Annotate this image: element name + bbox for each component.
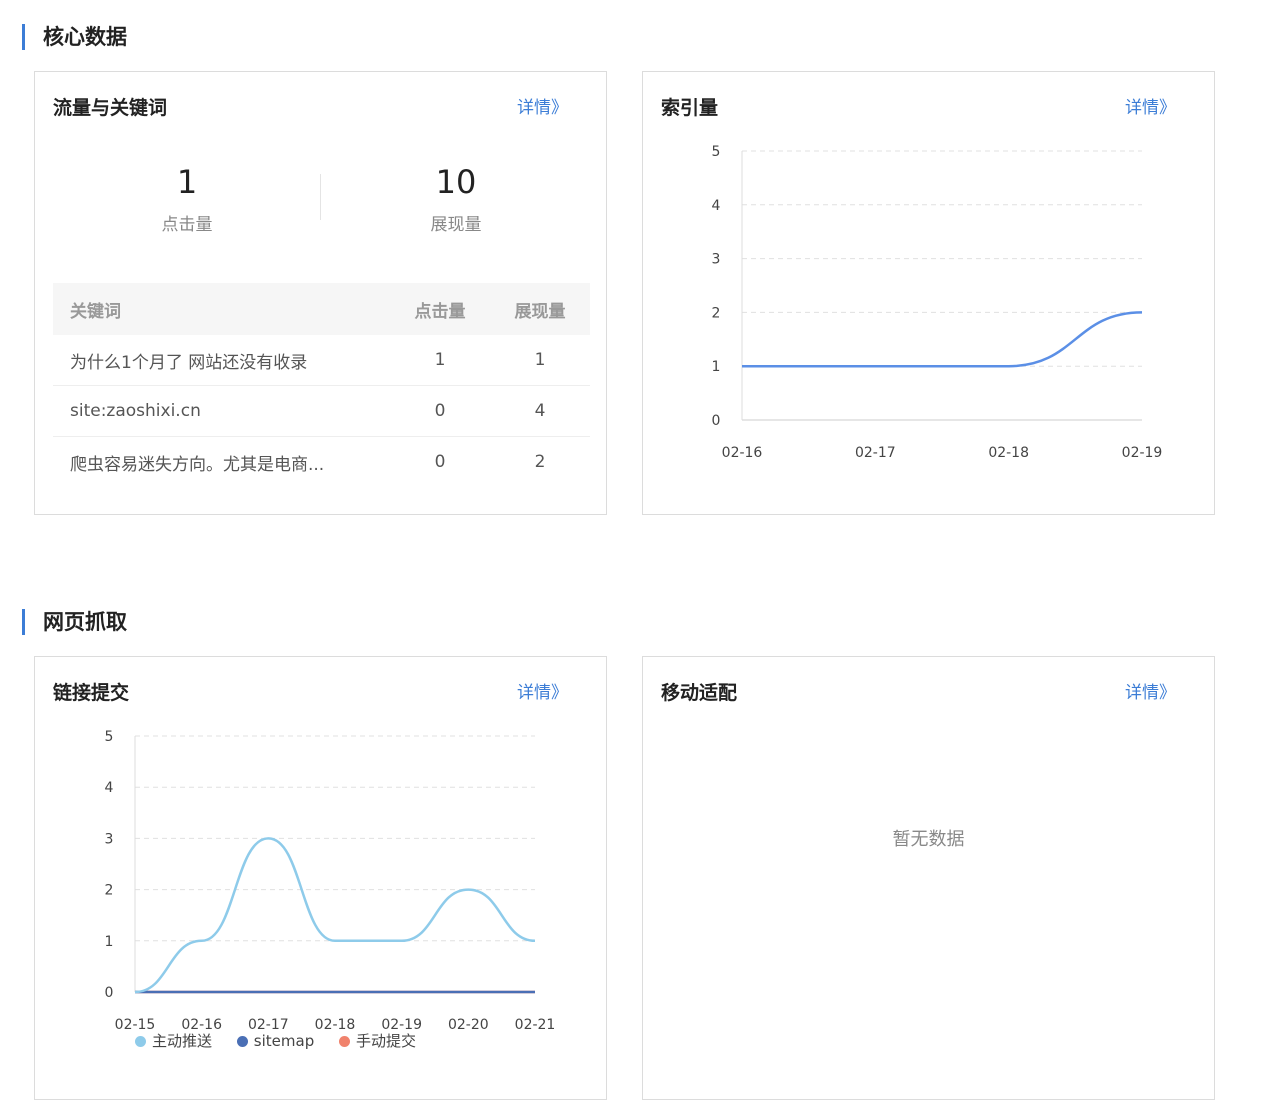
legend-item-manual[interactable]: 手动提交 xyxy=(339,1031,416,1051)
impressions-cell: 4 xyxy=(490,385,590,437)
keyword-cell: site:zaoshixi.cn xyxy=(53,385,390,437)
series-line xyxy=(134,837,536,994)
metric-divider xyxy=(320,174,321,220)
card-title: 流量与关键词 xyxy=(53,97,168,119)
y-tick-label: 4 xyxy=(712,198,721,214)
card-title: 移动适配 xyxy=(661,682,738,704)
clicks-value: 1 xyxy=(176,163,198,201)
impressions-metric: 10 展现量 xyxy=(356,162,556,236)
legend-label: 手动提交 xyxy=(356,1032,417,1050)
legend-label: 主动推送 xyxy=(152,1032,213,1050)
x-tick-label: 02-16 xyxy=(722,445,763,461)
y-tick-label: 1 xyxy=(105,934,114,950)
y-tick-label: 3 xyxy=(105,831,114,847)
impressions-cell: 1 xyxy=(490,335,590,386)
table-header-row: 关键词 点击量 展现量 xyxy=(53,283,590,335)
section-title-core: 核心数据 xyxy=(22,24,127,50)
x-tick-label: 02-21 xyxy=(515,1017,556,1033)
header-impressions: 展现量 xyxy=(490,283,590,335)
link-submit-card: 链接提交 详情》 0 1 2 3 4 5 02-15 02-16 02-17 02-18 02-19… xyxy=(34,656,607,1100)
index-card: 索引量 详情》 0 1 2 3 4 5 02-16 02-17 02-18 02-19 xyxy=(642,71,1215,515)
y-tick-label: 5 xyxy=(105,729,114,745)
legend-label: sitemap xyxy=(253,1032,315,1050)
series-line xyxy=(741,311,1143,368)
keyword-cell: 爬虫容易迷失方向。尤其是电商... xyxy=(70,454,325,475)
index-chart: 0 1 2 3 4 5 02-16 02-17 02-18 02-19 xyxy=(712,144,1163,461)
table-row: 爬虫容易迷失方向。尤其是电商... 0 2 xyxy=(53,437,590,488)
clicks-metric: 1 点击量 xyxy=(87,162,287,236)
x-tick-label: 02-20 xyxy=(448,1017,489,1033)
clicks-label: 点击量 xyxy=(161,215,213,235)
section-title-crawl: 网页抓取 xyxy=(22,609,127,635)
mobile-detail-link[interactable]: 详情》 xyxy=(1125,680,1176,706)
keyword-cell: 为什么1个月了 网站还没有收录 xyxy=(53,335,390,386)
y-tick-label: 0 xyxy=(712,413,721,429)
legend-dot xyxy=(339,1036,350,1047)
table-row: 为什么1个月了 网站还没有收录 1 1 xyxy=(53,335,590,386)
mobile-adapt-card: 移动适配 详情》 暂无数据 xyxy=(642,656,1215,1100)
impressions-cell: 2 xyxy=(534,452,546,472)
y-tick-label: 4 xyxy=(105,780,114,796)
x-tick-label: 02-17 xyxy=(855,445,896,461)
y-tick-label: 3 xyxy=(712,252,721,268)
legend-dot xyxy=(135,1036,146,1047)
legend-item-push[interactable]: 主动推送 xyxy=(135,1031,212,1051)
traffic-keywords-card: 流量与关键词 详情》 1 点击量 10 展现量 关键词 点击量 展现量 为什么1… xyxy=(34,71,607,515)
clicks-cell: 0 xyxy=(390,385,490,437)
clicks-cell: 0 xyxy=(434,452,446,472)
y-tick-label: 2 xyxy=(105,883,114,899)
empty-state-text: 暂无数据 xyxy=(892,829,965,850)
legend-item-sitemap[interactable]: sitemap xyxy=(236,1031,315,1051)
y-tick-label: 2 xyxy=(712,305,721,321)
chart-legend: 主动推送 sitemap 手动提交 xyxy=(135,1031,436,1051)
legend-dot xyxy=(236,1036,248,1047)
impressions-label: 展现量 xyxy=(430,215,482,235)
impressions-value: 10 xyxy=(435,163,477,201)
y-tick-label: 5 xyxy=(712,144,721,160)
keyword-table: 关键词 点击量 展现量 为什么1个月了 网站还没有收录 1 1 site:zao… xyxy=(53,283,590,487)
y-tick-label: 1 xyxy=(712,359,721,375)
clicks-cell: 1 xyxy=(390,335,490,386)
y-tick-label: 0 xyxy=(105,985,114,1001)
x-tick-label: 02-18 xyxy=(988,445,1029,461)
header-keyword: 关键词 xyxy=(53,283,390,335)
table-row: site:zaoshixi.cn 0 4 xyxy=(53,385,590,437)
x-tick-label: 02-19 xyxy=(1122,445,1163,461)
header-clicks: 点击量 xyxy=(390,283,490,335)
traffic-detail-link[interactable]: 详情》 xyxy=(517,95,568,121)
